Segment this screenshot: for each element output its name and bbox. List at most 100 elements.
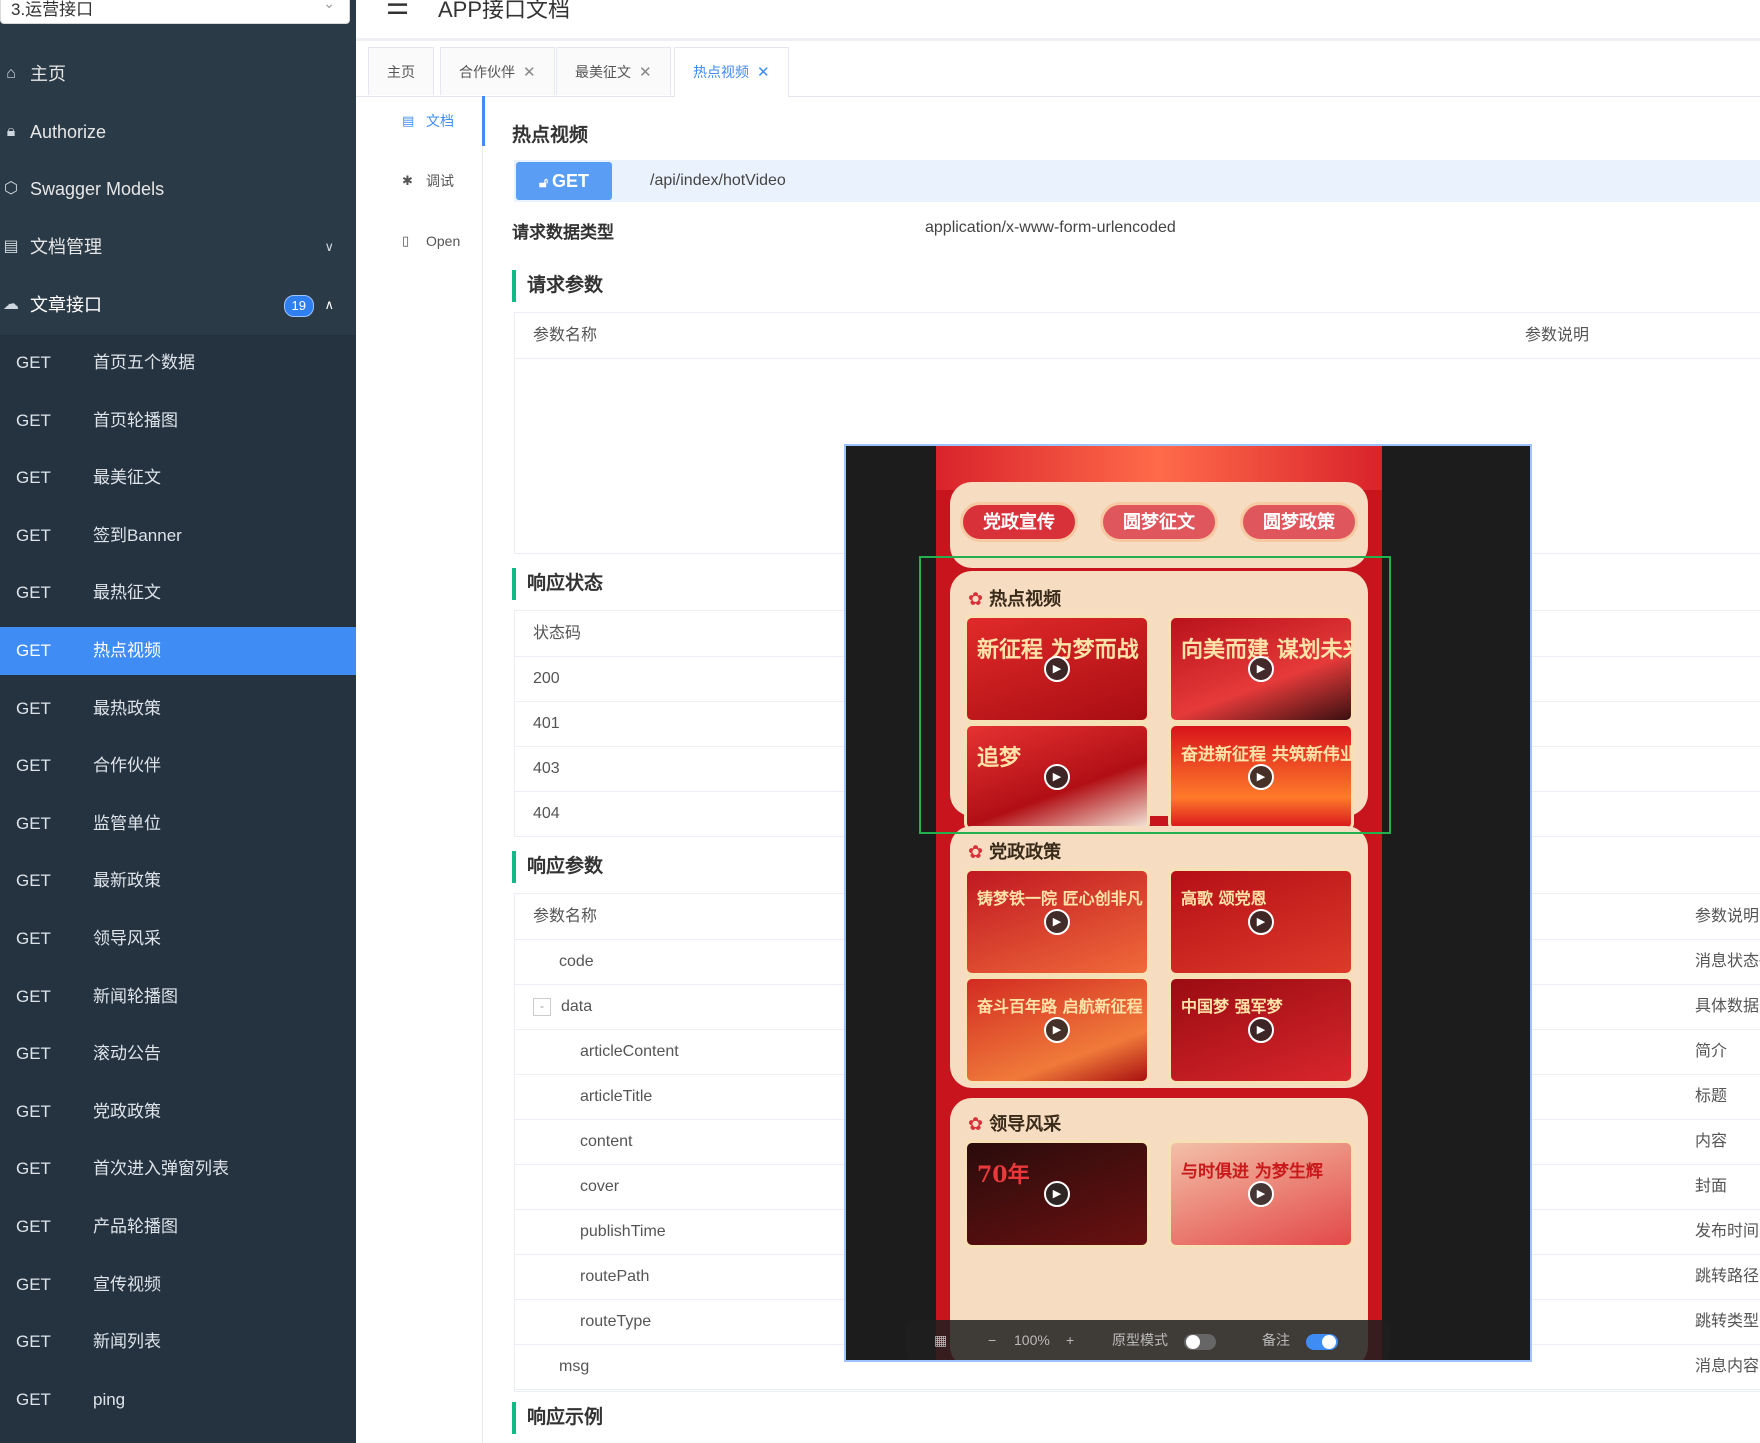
param-desc: 跳转类型（ <box>1695 1313 1760 1330</box>
api-item[interactable]: GET 宣传视频 <box>0 1261 356 1309</box>
table-header: 参数名称 参数说明 <box>515 313 1760 359</box>
column-header: 参数说明 <box>1525 327 1590 344</box>
menu-toggle-icon[interactable]: ☰ <box>386 0 409 21</box>
param-name-cell: msg <box>559 1344 589 1389</box>
api-item[interactable]: GET 最热征文 <box>0 569 356 617</box>
grid-icon[interactable]: ▦ <box>934 1320 947 1360</box>
menu-item-authorize[interactable]: 🔒︎ Authorize <box>0 103 356 161</box>
api-title: 首页轮播图 <box>93 410 178 430</box>
zoom-out-button[interactable]: − <box>988 1320 996 1360</box>
param-name: cover <box>580 1178 620 1195</box>
play-icon: ▶ <box>1044 1017 1070 1043</box>
menu-label: Authorize <box>30 122 107 142</box>
play-icon: ▶ <box>1248 1017 1274 1043</box>
file-icon: ▯ <box>402 233 410 248</box>
video-thumbnail[interactable]: 70年 ▶ <box>964 1140 1150 1248</box>
category-button[interactable]: 圆梦政策 <box>1240 502 1358 542</box>
api-item[interactable]: GET 监管单位 <box>0 800 356 848</box>
api-item[interactable]: GET 最新政策 <box>0 857 356 905</box>
video-thumbnail[interactable]: 奋斗百年路 启航新征程 ▶ <box>964 976 1150 1084</box>
video-thumbnail[interactable]: 高歌 颂党恩 ▶ <box>1168 868 1354 976</box>
column-header: 参数说明 <box>1695 908 1760 925</box>
column-header: 参数名称 <box>533 908 598 925</box>
prototype-mode-toggle[interactable] <box>1184 1334 1216 1350</box>
api-item[interactable]: GET 新闻列表 <box>0 1318 356 1366</box>
close-icon[interactable]: ✕ <box>523 64 536 81</box>
video-thumbnail[interactable]: 中国梦 强军梦 ▶ <box>1168 976 1354 1084</box>
notes-toggle[interactable] <box>1306 1334 1338 1350</box>
video-thumbnail[interactable]: 与时俱进 为梦生辉 ▶ <box>1168 1140 1354 1248</box>
play-icon: ▶ <box>1044 1181 1070 1207</box>
chevron-down-icon: ⌄ <box>323 0 335 11</box>
doc-side-tabs: ▤ 文档 ✱ 调试 ▯ Open <box>356 96 485 1443</box>
menu-item-article-api[interactable]: ☁︎ 文章接口 19 ∧ <box>0 276 356 334</box>
category-button[interactable]: 党政宣传 <box>960 502 1078 542</box>
group-select[interactable]: 3.运营接口 ⌄ <box>0 0 350 24</box>
image-preview[interactable]: 党政宣传 圆梦征文 圆梦政策 ✿ 热点视频 新征程 为梦而战 ▶ 向美而建 谋划未来… <box>846 446 1530 1360</box>
api-method: GET <box>16 353 51 372</box>
close-icon[interactable]: ✕ <box>757 64 770 81</box>
api-item[interactable]: GET 首页轮播图 <box>0 397 356 445</box>
api-item[interactable]: GET 领导风采 <box>0 915 356 963</box>
menu-item-home[interactable]: ⌂ 主页 <box>0 45 356 103</box>
tab-best-essays[interactable]: 最美征文 ✕ <box>556 47 671 95</box>
api-item[interactable]: GET 签到Banner <box>0 512 356 560</box>
api-method: GET <box>16 1332 51 1352</box>
api-title: 监管单位 <box>93 813 161 833</box>
prototype-mode-label: 原型模式 <box>1112 1332 1168 1348</box>
api-title: 新闻轮播图 <box>93 986 178 1006</box>
tab-partners[interactable]: 合作伙伴 ✕ <box>440 47 555 95</box>
tab-hot-video[interactable]: 热点视频 ✕ <box>674 47 789 97</box>
api-title: 签到Banner <box>93 525 182 545</box>
document-icon: ▤ <box>3 238 19 255</box>
menu-item-swagger-models[interactable]: ⬡ Swagger Models <box>0 160 356 218</box>
unlock-icon: 🔓︎ <box>538 174 549 190</box>
request-params-title: 请求参数 <box>512 270 603 302</box>
api-method: GET <box>16 468 51 488</box>
api-item[interactable]: GET 产品轮播图 <box>0 1203 356 1251</box>
api-title: 首页五个数据 <box>93 353 195 372</box>
api-item[interactable]: GET 热点视频 <box>0 627 356 675</box>
api-item[interactable]: GET 首页五个数据 <box>0 339 356 387</box>
party-policy-card: ✿ 党政政策 铸梦铁一院 匠心创非凡 ▶ 高歌 颂党恩 ▶ 奋斗百年路 启航新征程 ▶ … <box>950 826 1368 1088</box>
play-icon: ▶ <box>1248 909 1274 935</box>
api-item[interactable]: GET 滚动公告 <box>0 1030 356 1078</box>
collapse-toggle[interactable]: - <box>533 997 551 1016</box>
api-method: GET <box>16 1044 51 1064</box>
bug-icon: ✱ <box>402 173 413 188</box>
close-icon[interactable]: ✕ <box>639 64 652 81</box>
zoom-level: 100% <box>1014 1332 1050 1348</box>
doc-tab-document[interactable]: ▤ 文档 <box>356 96 485 146</box>
api-title: 首次进入弹窗列表 <box>93 1159 229 1179</box>
doc-tab-debug[interactable]: ✱ 调试 <box>356 156 482 206</box>
video-thumbnail[interactable]: 铸梦铁一院 匠心创非凡 ▶ <box>964 868 1150 976</box>
category-button[interactable]: 圆梦征文 <box>1100 502 1218 542</box>
status-code: 404 <box>533 805 560 822</box>
status-code: 401 <box>533 715 560 732</box>
menu-item-doc-management[interactable]: ▤ 文档管理 ∨ <box>0 218 356 276</box>
api-item[interactable]: GET 最热政策 <box>0 685 356 733</box>
thumb-title: 铸梦铁一院 匠心创非凡 <box>977 889 1143 908</box>
api-title: 产品轮播图 <box>93 1217 178 1236</box>
play-icon: ▶ <box>1248 1181 1274 1207</box>
chevron-up-icon: ∧ <box>324 297 334 312</box>
doc-tab-label: 文档 <box>426 113 454 129</box>
thumb-title: 中国梦 强军梦 <box>1181 997 1283 1016</box>
api-item[interactable]: GET 最美征文 <box>0 454 356 502</box>
api-item[interactable]: GET 首次进入弹窗列表 <box>0 1145 356 1193</box>
zoom-in-button[interactable]: + <box>1066 1320 1074 1360</box>
api-item[interactable]: GET 新闻轮播图 <box>0 973 356 1021</box>
tab-label: 主页 <box>387 64 415 80</box>
param-name: articleContent <box>580 1043 679 1060</box>
api-item[interactable]: GET 合作伙伴 <box>0 742 356 790</box>
doc-tab-open[interactable]: ▯ Open <box>356 216 482 266</box>
param-name: routePath <box>580 1268 650 1285</box>
tab-home[interactable]: 主页 <box>368 47 434 95</box>
param-name: code <box>559 953 594 970</box>
api-method: GET <box>16 583 51 603</box>
api-item[interactable]: GET ping <box>0 1376 356 1424</box>
app-title: APP接口文档 <box>438 0 571 22</box>
api-method: GET <box>16 929 51 948</box>
menu-label: 主页 <box>30 64 66 84</box>
api-item[interactable]: GET 党政政策 <box>0 1088 356 1136</box>
